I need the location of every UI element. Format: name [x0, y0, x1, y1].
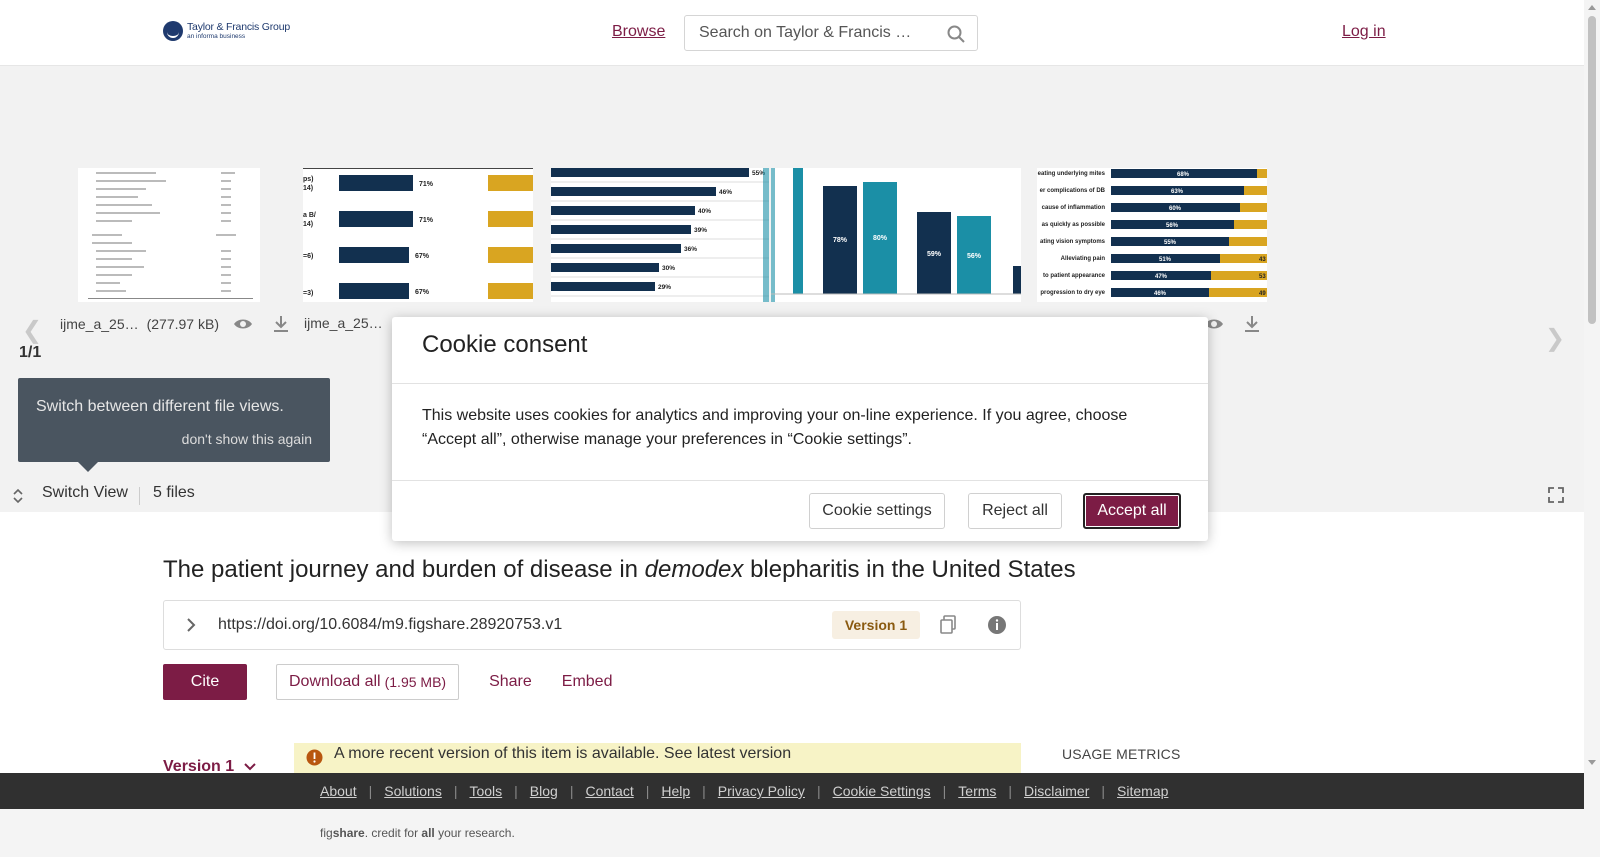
cookie-settings-button[interactable]: Cookie settings: [809, 493, 945, 529]
reject-all-button[interactable]: Reject all: [968, 493, 1062, 529]
accept-all-button[interactable]: Accept all: [1083, 493, 1181, 529]
dialog-body: This website uses cookies for analytics …: [422, 407, 1128, 448]
divider: [392, 383, 1208, 384]
dialog-title: Cookie consent: [422, 331, 588, 358]
divider: [392, 480, 1208, 481]
cookie-consent-dialog: Cookie consent This website uses cookies…: [392, 317, 1208, 541]
